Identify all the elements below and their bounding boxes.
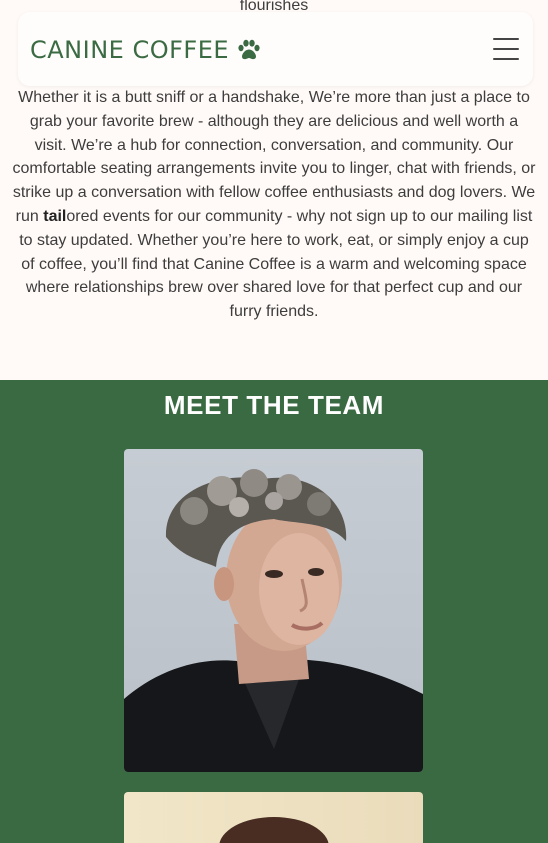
- hamburger-menu-icon[interactable]: [493, 38, 519, 60]
- team-section: MEET THE TEAM: [0, 380, 548, 843]
- team-title: MEET THE TEAM: [163, 390, 385, 420]
- paw-icon: [237, 39, 261, 61]
- navbar: CANINE COFFEE: [18, 12, 533, 86]
- team-member-photo: [124, 449, 423, 772]
- bold-text: tail: [43, 207, 67, 225]
- team-member-photo: [124, 792, 423, 843]
- brand-logo[interactable]: CANINE COFFEE: [30, 36, 261, 64]
- brand-name: CANINE COFFEE: [30, 36, 230, 64]
- about-paragraph: Whether it is a butt sniff or a handshak…: [12, 89, 536, 321]
